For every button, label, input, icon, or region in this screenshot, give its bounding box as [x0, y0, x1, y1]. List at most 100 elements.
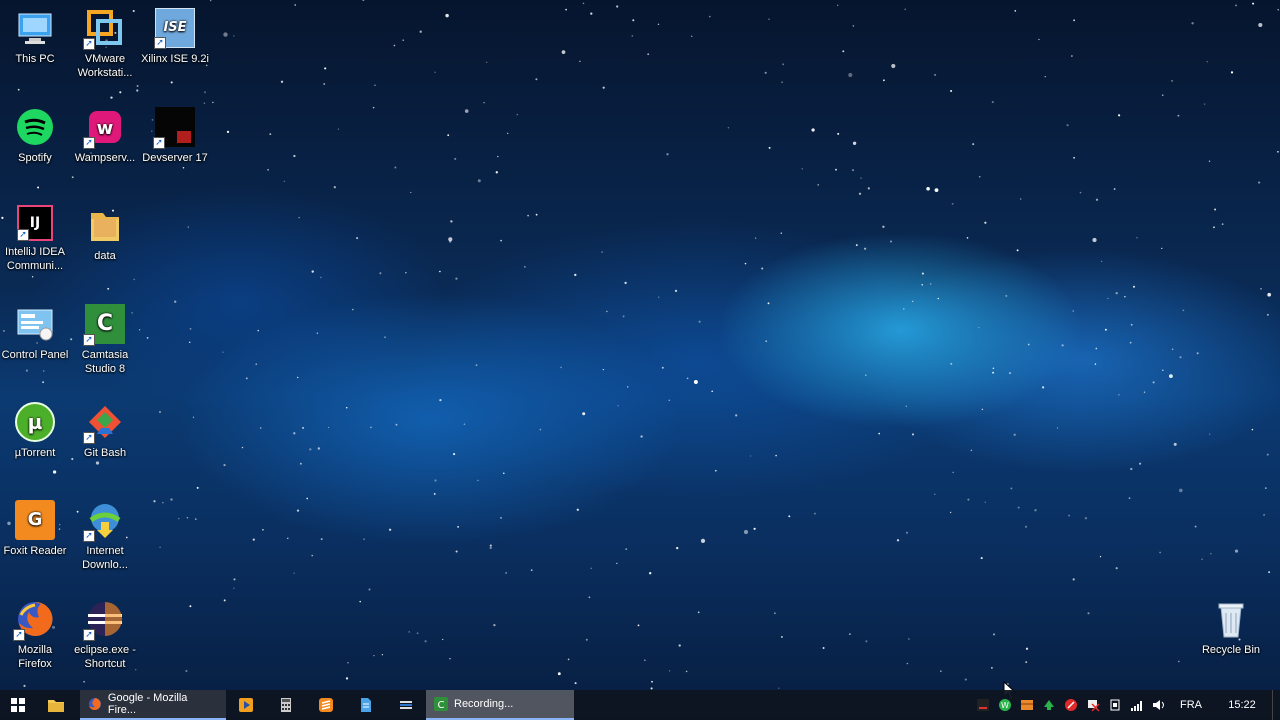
desktop-icon-this-pc[interactable]: This PC	[0, 8, 70, 66]
star	[255, 363, 257, 365]
tray-flag-icon[interactable]	[1082, 690, 1104, 720]
taskbar-app-button[interactable]	[386, 690, 426, 720]
star	[1024, 525, 1028, 528]
desktop-icon-data[interactable]: data	[70, 205, 140, 263]
volume-icon[interactable]	[1148, 690, 1170, 720]
desktop-icon-foxit[interactable]: G Foxit Reader	[0, 500, 70, 558]
shortcut-arrow-icon: ➚	[83, 38, 95, 50]
star	[778, 687, 780, 689]
star	[889, 240, 893, 243]
star	[926, 187, 930, 191]
taskbar-recording-window[interactable]: C Recording...	[426, 690, 574, 720]
star	[780, 232, 782, 234]
star	[449, 240, 452, 243]
star	[626, 386, 629, 388]
star	[1084, 517, 1088, 520]
star	[345, 677, 349, 680]
star	[370, 426, 372, 429]
taskbar-calculator-button[interactable]	[266, 690, 306, 720]
star	[1068, 514, 1071, 517]
show-desktop-button[interactable]	[1272, 690, 1280, 720]
star	[416, 632, 419, 635]
star	[950, 362, 953, 365]
taskbar-sublime-button[interactable]	[306, 690, 346, 720]
desktop-icon-eclipse[interactable]: ➚ eclipse.exe - Shortcut	[70, 599, 140, 671]
star	[1214, 208, 1217, 211]
taskbar-firefox-window[interactable]: Google - Mozilla Fire...	[80, 690, 226, 720]
star	[267, 169, 269, 171]
tray-pdf-icon[interactable]	[1060, 690, 1082, 720]
star	[753, 527, 756, 530]
star	[212, 101, 214, 104]
star	[95, 461, 100, 465]
star	[625, 548, 628, 550]
star	[1179, 356, 1182, 359]
clock[interactable]: 15:22	[1212, 699, 1272, 711]
tray-wamp-icon[interactable]: W	[994, 690, 1016, 720]
star	[182, 166, 185, 169]
star	[153, 500, 156, 503]
tray-sync-icon[interactable]	[1038, 690, 1060, 720]
star	[1095, 198, 1099, 201]
tray-device-icon[interactable]	[1104, 690, 1126, 720]
star	[631, 35, 634, 37]
star	[394, 166, 397, 169]
taskbar: Google - Mozilla Fire... C Recording... …	[0, 690, 1280, 720]
star	[311, 554, 314, 557]
desktop-icon-git-bash[interactable]: ➚ Git Bash	[70, 402, 140, 460]
star	[527, 214, 529, 217]
network-signal-icon[interactable]	[1126, 690, 1148, 720]
star	[1201, 558, 1203, 560]
shortcut-arrow-icon: ➚	[83, 629, 95, 641]
star	[754, 237, 757, 239]
start-button[interactable]	[0, 690, 36, 720]
desktop-icon-wampserver[interactable]: w ➚ Wampserv...	[70, 107, 140, 165]
input-language[interactable]: FRA	[1170, 699, 1212, 711]
desktop-icon-camtasia[interactable]: C ➚ Camtasia Studio 8	[70, 304, 140, 376]
star	[781, 81, 783, 84]
file-explorer-button[interactable]	[36, 690, 76, 720]
taskbar-document-button[interactable]	[346, 690, 386, 720]
star	[457, 526, 459, 528]
star	[836, 4, 839, 7]
desktop-icon-utorrent[interactable]: µ µTorrent	[0, 402, 70, 460]
tray-box-icon[interactable]	[1016, 690, 1038, 720]
star	[561, 50, 566, 54]
star	[912, 300, 914, 302]
star	[1129, 341, 1132, 344]
star	[1099, 555, 1102, 558]
star	[700, 538, 706, 544]
star	[485, 61, 488, 64]
desktop-icon-spotify[interactable]: Spotify	[0, 107, 70, 165]
star	[1005, 294, 1008, 297]
desktop-icon-idm[interactable]: ➚ Internet Downlo...	[70, 500, 140, 572]
star	[851, 169, 855, 172]
star	[449, 658, 451, 660]
shortcut-arrow-icon: ➚	[83, 530, 95, 542]
star	[1025, 647, 1029, 650]
media-player-icon	[239, 698, 253, 712]
star	[535, 78, 538, 81]
star	[445, 13, 449, 18]
shortcut-arrow-icon: ➚	[13, 629, 25, 641]
desktop-icon-vmware[interactable]: ➚ VMware Workstati...	[70, 8, 140, 80]
star	[1066, 124, 1069, 127]
taskbar-media-player-button[interactable]	[226, 690, 266, 720]
desktop-icon-firefox[interactable]: ➚ Mozilla Firefox	[0, 599, 70, 671]
star	[1072, 310, 1074, 312]
star	[493, 623, 496, 627]
desktop-icon-control-panel[interactable]: Control Panel	[0, 304, 70, 362]
xilinx-icon: ISE ➚	[154, 8, 195, 49]
star	[189, 605, 192, 608]
desktop-icon-recycle-bin[interactable]: Recycle Bin	[1196, 599, 1266, 657]
desktop-icon-devserver[interactable]: ➚ Devserver 17	[140, 107, 210, 165]
star	[356, 237, 359, 240]
desktop-icon-xilinx[interactable]: ISE ➚ Xilinx ISE 9.2i	[140, 8, 210, 66]
star	[316, 332, 319, 334]
desktop-icon-intellij[interactable]: IJ ➚ IntelliJ IDEA Communi...	[0, 205, 70, 273]
star	[637, 624, 640, 627]
star	[668, 399, 671, 402]
star	[1094, 363, 1097, 365]
tray-terminal-icon[interactable]	[972, 690, 994, 720]
vmware-icon: ➚	[83, 8, 125, 50]
